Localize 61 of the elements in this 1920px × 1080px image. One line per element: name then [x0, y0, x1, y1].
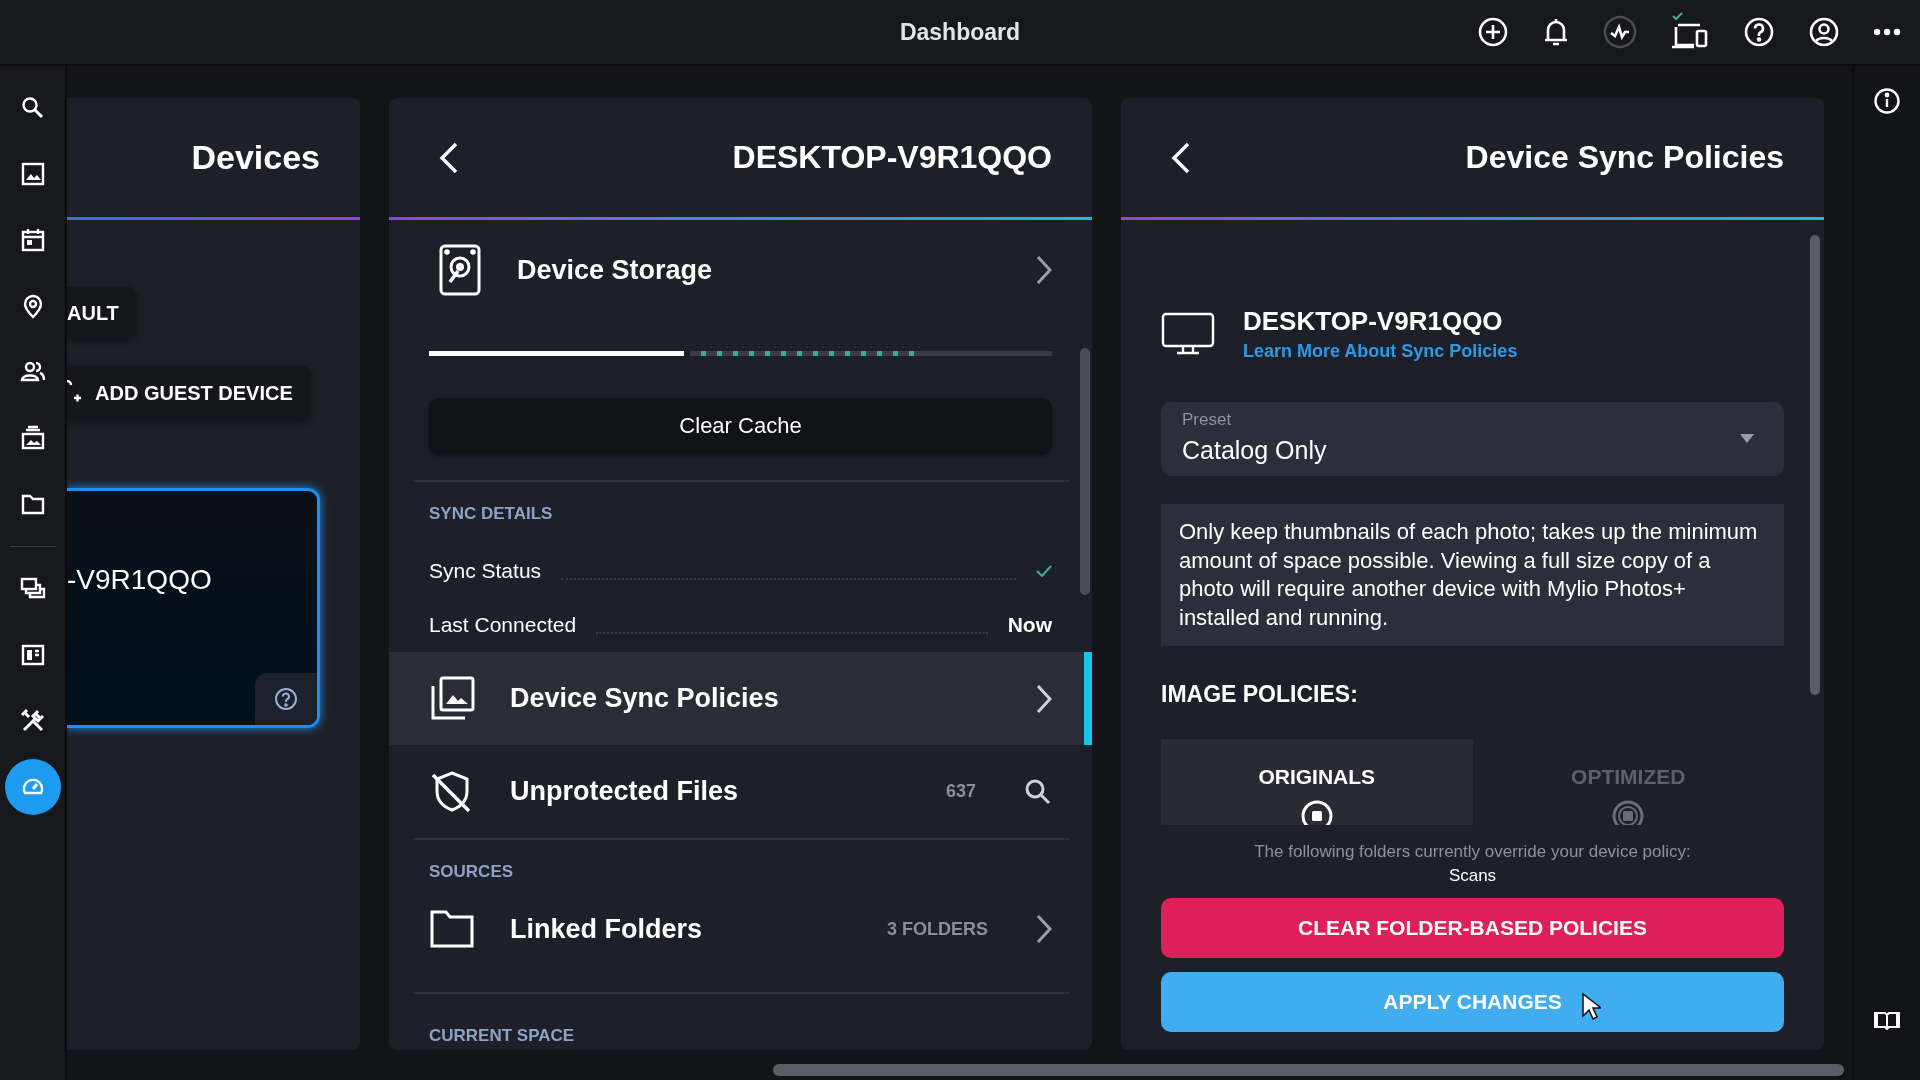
help-icon — [274, 687, 298, 711]
cursor-icon — [1581, 992, 1601, 1022]
add-icon[interactable] — [1477, 16, 1509, 48]
row-label: Device Sync Policies — [510, 683, 780, 714]
folder-count: 3 FOLDERS — [887, 918, 988, 940]
sync-policies-row[interactable]: Device Sync Policies — [389, 652, 1092, 745]
section-heading: SOURCES — [429, 862, 515, 882]
info-icon[interactable] — [1873, 87, 1901, 115]
unprotected-files-row[interactable]: Unprotected Files 637 — [389, 745, 1092, 838]
help-button[interactable] — [255, 673, 317, 725]
chevron-right-icon — [1036, 255, 1052, 285]
book-icon[interactable] — [1873, 1010, 1901, 1030]
chevron-right-icon — [1036, 914, 1052, 944]
linked-folders-row[interactable]: Linked Folders 3 FOLDERS — [389, 892, 1092, 966]
row-label: Linked Folders — [510, 913, 704, 945]
vault-button[interactable]: AULT — [67, 287, 137, 339]
detail-label: Last Connected — [429, 613, 577, 637]
horizontal-scrollbar[interactable] — [773, 1064, 1844, 1076]
override-note: The following folders currently override your device policy: — [1253, 842, 1692, 862]
scrollbar[interactable] — [1810, 235, 1820, 695]
detail-label: Sync Status — [429, 559, 542, 583]
window-title: Dashboard — [899, 18, 1021, 46]
detail-value: Now — [1007, 613, 1052, 637]
scrollbar[interactable] — [1080, 348, 1090, 595]
bell-icon[interactable] — [1542, 16, 1570, 48]
device-name: -V9R1QQO — [67, 564, 212, 596]
more-icon[interactable] — [1873, 28, 1901, 36]
section-heading: CURRENT SPACE — [429, 1026, 576, 1046]
section-heading: SYNC DETAILS — [429, 504, 554, 524]
learn-more-link[interactable]: Learn More About Sync Policies — [1243, 341, 1518, 362]
clear-policies-button[interactable]: CLEAR FOLDER-BASED POLICIES — [1161, 898, 1784, 958]
policy-tab[interactable]: ORIGINALS — [1161, 739, 1473, 825]
device-name: DESKTOP-V9R1QQO — [1243, 306, 1504, 337]
radio-icon — [1299, 799, 1334, 825]
caret-icon — [1740, 434, 1754, 443]
add-guest-device-button[interactable]: ADD GUEST DEVICE — [67, 365, 311, 421]
back-icon[interactable] — [439, 140, 459, 175]
section-heading: IMAGE POLICIES: — [1161, 681, 1359, 708]
preset-description: Only keep thumbnails of each photo; takes up the minimum amount of space possible. Viewing a full size copy of a photo will require another device with Mylio Photos+ installed and running. — [1161, 504, 1784, 646]
row-label: Unprotected Files — [510, 776, 740, 807]
preset-dropdown[interactable]: Preset Catalog Only — [1161, 402, 1784, 476]
radio-icon — [1611, 799, 1646, 825]
clear-cache-button[interactable]: Clear Cache — [429, 398, 1052, 454]
device-card[interactable]: -V9R1QQO — [67, 488, 320, 728]
row-label: Device Storage — [517, 254, 714, 286]
panel-title: Devices — [191, 138, 320, 177]
panel-title: Device Sync Policies — [1465, 139, 1784, 176]
account-icon[interactable] — [1808, 16, 1840, 48]
file-count: 637 — [945, 781, 976, 802]
folder-name: Scans — [1447, 866, 1498, 886]
monitor-icon — [1161, 312, 1215, 356]
search-icon[interactable] — [1024, 777, 1052, 806]
help-icon[interactable] — [1743, 16, 1775, 48]
folder-icon — [429, 909, 475, 949]
panel-title: DESKTOP-V9R1QQO — [732, 139, 1052, 176]
device-storage-row[interactable]: Device Storage — [389, 220, 1092, 320]
activity-icon[interactable] — [1603, 15, 1637, 49]
chevron-right-icon — [1036, 683, 1052, 714]
back-icon[interactable] — [1171, 140, 1191, 175]
photo-stack-icon — [429, 675, 475, 722]
hard-drive-icon — [439, 244, 481, 296]
